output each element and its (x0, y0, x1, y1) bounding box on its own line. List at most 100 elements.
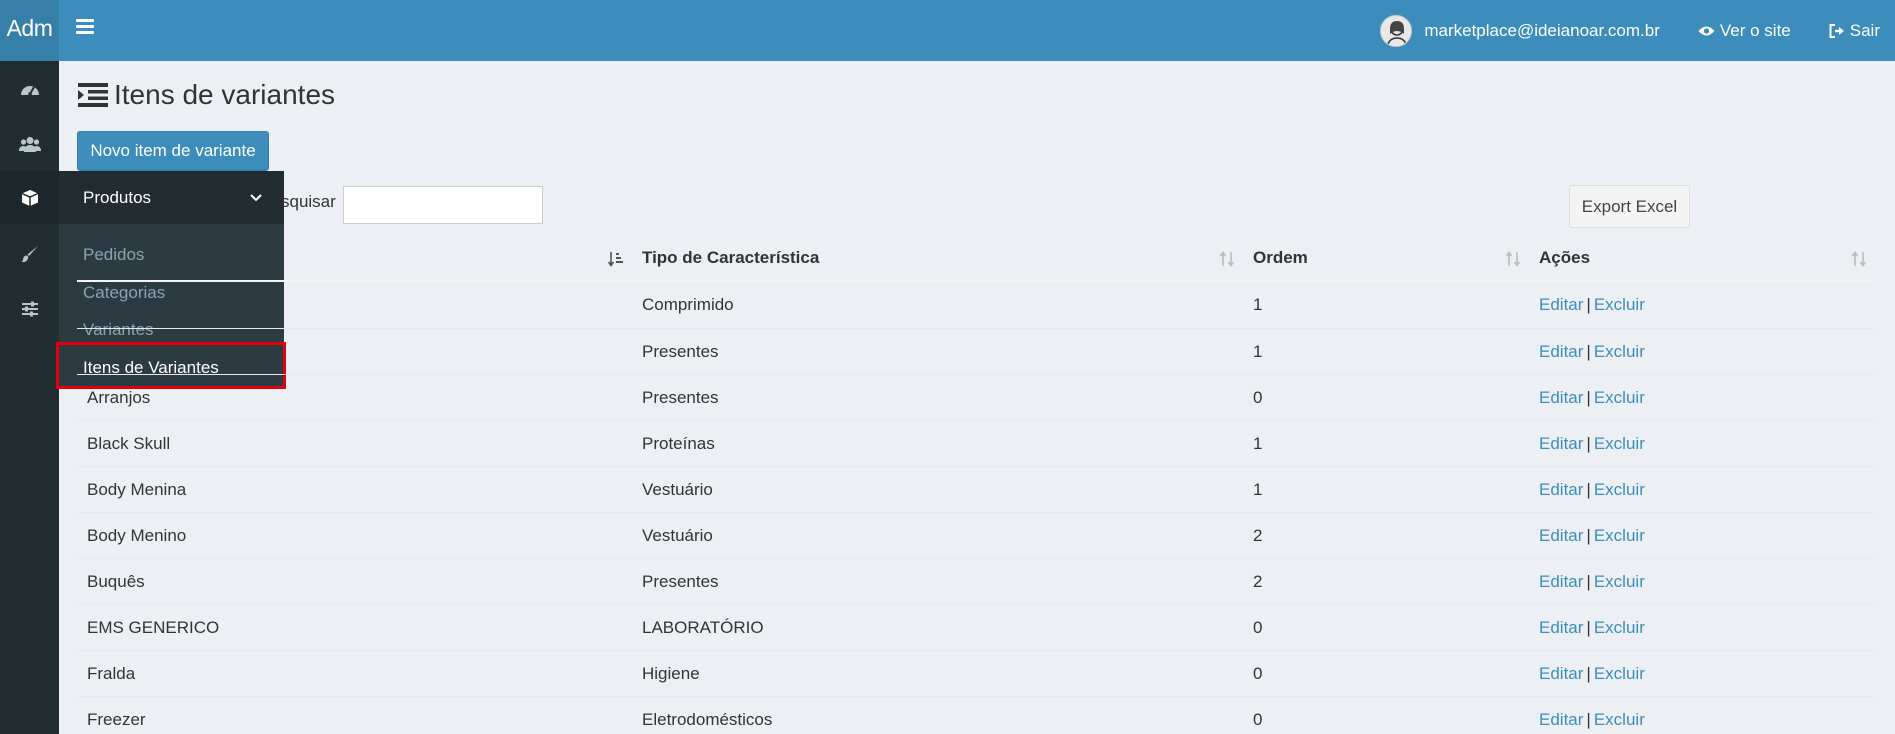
sliders-icon (21, 301, 38, 316)
action-separator: | (1586, 663, 1591, 683)
cell-type: Comprimido (642, 295, 734, 314)
user-email[interactable]: marketplace@ideianoar.com.br (1424, 21, 1660, 41)
table-row: Presentes 1 Editar | Excluir (77, 328, 1875, 374)
action-separator: | (1586, 709, 1591, 729)
table-row: EMS GENERICO LABORATÓRIO 0 Editar | Excluir (77, 604, 1875, 650)
delete-link[interactable]: Excluir (1594, 434, 1645, 454)
delete-link[interactable]: Excluir (1594, 710, 1645, 730)
cell-order: 0 (1253, 387, 1263, 407)
cell-actions: Editar | Excluir (1529, 605, 1875, 650)
paint-brush-icon (21, 245, 38, 262)
cell-type: Vestuário (642, 479, 713, 499)
table-row: Comprimido 1 Editar | Excluir (77, 282, 1875, 328)
users-icon (18, 136, 41, 152)
column-header-type[interactable]: Tipo de Característica (632, 236, 1243, 280)
action-separator: | (1586, 341, 1591, 361)
view-site-label: Ver o site (1719, 20, 1791, 40)
cell-order: 1 (1253, 479, 1263, 499)
dashboard-icon (20, 85, 39, 96)
edit-link[interactable]: Editar (1539, 618, 1583, 638)
cell-type: Proteínas (642, 433, 715, 453)
delete-link[interactable]: Excluir (1594, 664, 1645, 684)
edit-link[interactable]: Editar (1539, 572, 1583, 592)
sidebar-item-appearance[interactable] (0, 226, 59, 281)
logout-label: Sair (1849, 20, 1880, 40)
edit-link[interactable]: Editar (1539, 434, 1583, 454)
user-avatar[interactable] (1380, 14, 1413, 47)
table-row: Buquês Presentes 2 Editar | Excluir (77, 558, 1875, 604)
sort-icon (1219, 251, 1235, 267)
logo[interactable]: Adm (0, 0, 59, 61)
sign-out-icon (1829, 23, 1844, 38)
cell-actions: Editar | Excluir (1529, 559, 1875, 604)
sort-icon (1505, 251, 1521, 267)
cell-order: 0 (1253, 709, 1263, 729)
delete-link[interactable]: Excluir (1594, 572, 1645, 592)
cell-order: 0 (1253, 663, 1263, 683)
cell-name: Body Menina (87, 479, 187, 499)
edit-link[interactable]: Editar (1539, 710, 1583, 730)
cell-name (77, 282, 632, 328)
edit-link[interactable]: Editar (1539, 480, 1583, 500)
cell-type: Vestuário (642, 525, 713, 545)
delete-link[interactable]: Excluir (1594, 388, 1645, 408)
cell-name: Freezer (87, 709, 146, 729)
sort-icon (1851, 251, 1867, 267)
action-separator: | (1586, 479, 1591, 499)
view-site-link[interactable]: Ver o site (1698, 21, 1791, 41)
action-separator: | (1586, 617, 1591, 637)
edit-link[interactable]: Editar (1539, 295, 1583, 315)
cell-actions: Editar | Excluir (1529, 375, 1875, 420)
column-header-order[interactable]: Ordem (1243, 236, 1529, 280)
menu-toggle-icon[interactable] (76, 19, 94, 36)
table-row: Fralda Higiene 0 Editar | Excluir (77, 650, 1875, 696)
cell-name: Fralda (87, 663, 136, 683)
delete-link[interactable]: Excluir (1594, 480, 1645, 500)
cell-order: 1 (1253, 341, 1263, 361)
list-indent-icon (78, 83, 108, 107)
cell-actions: Editar | Excluir (1529, 651, 1875, 696)
new-variant-item-button[interactable]: Novo item de variante (77, 131, 269, 171)
logout-link[interactable]: Sair (1829, 21, 1880, 41)
action-separator: | (1586, 295, 1591, 314)
column-header-actions[interactable]: Ações (1529, 236, 1875, 280)
action-separator: | (1586, 433, 1591, 453)
cell-actions: Editar | Excluir (1529, 513, 1875, 558)
sidebar-item-users[interactable] (0, 116, 59, 171)
search-label: squisar (281, 192, 336, 211)
cell-name: Body Menino (87, 525, 187, 545)
cell-type: Presentes (642, 387, 719, 407)
cell-actions: Editar | Excluir (1529, 282, 1875, 328)
sidebar-item-dashboard[interactable] (0, 61, 59, 116)
table-header: Tipo de Característica Ordem Ações (77, 236, 1875, 282)
table-row: Arranjos Presentes 0 Editar | Excluir (77, 374, 1875, 420)
delete-link[interactable]: Excluir (1594, 526, 1645, 546)
edit-link[interactable]: Editar (1539, 388, 1583, 408)
sidebar-item-settings[interactable] (0, 281, 59, 336)
edit-link[interactable]: Editar (1539, 342, 1583, 362)
cell-type: Eletrodomésticos (642, 709, 773, 729)
table-row: Black Skull Proteínas 1 Editar | Excluir (77, 420, 1875, 466)
column-header-name[interactable] (77, 236, 632, 280)
cell-actions: Editar | Excluir (1529, 329, 1875, 374)
variant-items-table: Tipo de Característica Ordem Ações Compr… (77, 236, 1875, 734)
table-body: Comprimido 1 Editar | Excluir Presentes 1 Edita… (77, 282, 1875, 734)
cell-order: 0 (1253, 617, 1263, 637)
eye-icon (1698, 26, 1715, 35)
cell-type: Higiene (642, 663, 700, 683)
sidebar-item-produtos[interactable] (0, 171, 59, 224)
search-input[interactable] (343, 186, 543, 224)
table-row: Freezer Eletrodomésticos 0 Editar | Excluir (77, 696, 1875, 734)
export-excel-button[interactable]: Export Excel (1569, 185, 1690, 228)
delete-link[interactable]: Excluir (1594, 342, 1645, 362)
delete-link[interactable]: Excluir (1594, 295, 1645, 315)
edit-link[interactable]: Editar (1539, 526, 1583, 546)
edit-link[interactable]: Editar (1539, 664, 1583, 684)
cell-order: 1 (1253, 433, 1263, 453)
cell-actions: Editar | Excluir (1529, 467, 1875, 512)
delete-link[interactable]: Excluir (1594, 618, 1645, 638)
cube-icon (21, 189, 38, 206)
cell-order: 2 (1253, 525, 1263, 545)
cell-type: LABORATÓRIO (642, 617, 764, 637)
cell-name (77, 329, 632, 374)
